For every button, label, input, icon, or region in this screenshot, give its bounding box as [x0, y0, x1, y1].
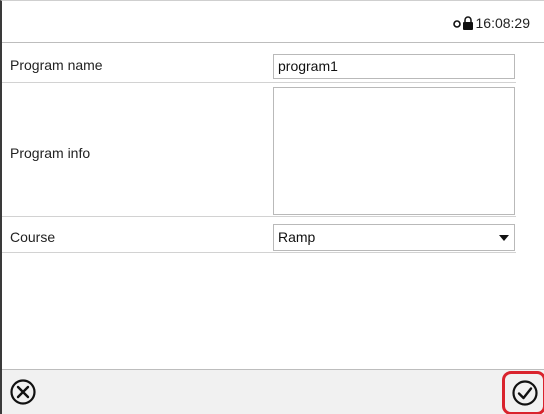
course-selected-value: Ramp [278, 229, 316, 245]
lock-icon [452, 16, 473, 30]
confirm-button[interactable] [502, 371, 544, 414]
close-circle-icon [10, 379, 36, 405]
program-editor-screen: 16:08:29 Program name program1 Program i… [0, 0, 544, 414]
course-label: Course [10, 229, 56, 245]
program-name-input[interactable]: program1 [273, 54, 515, 79]
program-info-label: Program info [10, 145, 91, 161]
course-select[interactable]: Ramp [273, 224, 515, 251]
program-name-row: Program name program1 [2, 43, 516, 83]
course-row: Course Ramp [2, 217, 516, 253]
program-name-label: Program name [10, 57, 103, 73]
program-info-row: Program info [2, 83, 516, 217]
status-indicators: 16:08:29 [452, 15, 531, 31]
program-info-textarea[interactable] [273, 87, 515, 215]
action-bar [2, 369, 544, 414]
cancel-button[interactable] [9, 378, 37, 406]
check-circle-icon [512, 380, 538, 406]
chevron-down-icon[interactable] [499, 235, 509, 241]
status-bar: 16:08:29 [2, 1, 544, 43]
clock-text: 16:08:29 [475, 15, 531, 31]
